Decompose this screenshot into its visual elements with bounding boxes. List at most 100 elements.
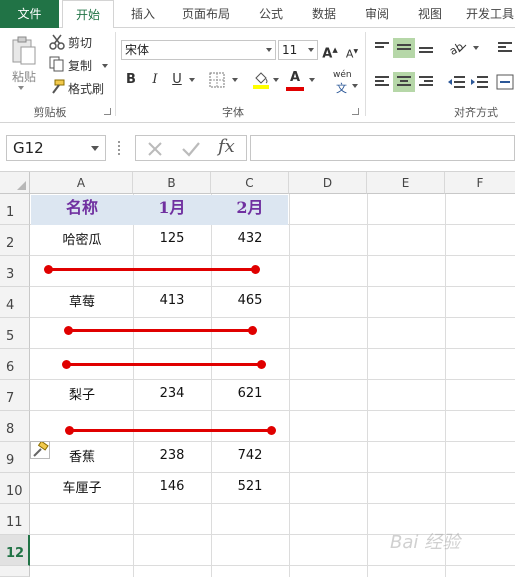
bottom-align-button[interactable] (415, 38, 437, 58)
row-header-9[interactable]: 9 (0, 442, 30, 473)
cell-b7[interactable]: 234 (133, 386, 211, 401)
paste-button[interactable]: 粘贴 (12, 68, 36, 85)
center-align-button[interactable] (393, 72, 415, 92)
select-all-button[interactable] (0, 172, 30, 194)
gridline (445, 194, 446, 577)
cell-a10[interactable]: 车厘子 (31, 477, 133, 496)
bold-button[interactable]: B (122, 70, 140, 90)
tab-insert[interactable]: 插入 (128, 0, 158, 28)
italic-button[interactable]: I (146, 70, 164, 90)
insert-function-icon[interactable]: fx (218, 136, 235, 157)
font-color-icon[interactable]: A (286, 68, 304, 88)
font-color-dropdown-icon[interactable] (309, 78, 315, 82)
tab-developer[interactable]: 开发工具 (466, 0, 515, 28)
tab-review[interactable]: 审阅 (362, 0, 392, 28)
cell-c4[interactable]: 465 (211, 293, 289, 308)
merge-center-icon (496, 74, 514, 90)
increase-indent-icon[interactable] (470, 74, 490, 90)
orientation-icon[interactable]: ab (447, 40, 469, 56)
column-header-c[interactable]: C (211, 172, 289, 194)
cell-b4[interactable]: 413 (133, 293, 211, 308)
tab-view[interactable]: 视图 (415, 0, 445, 28)
paste-options-button[interactable] (30, 440, 50, 459)
fill-color-dropdown-icon[interactable] (273, 78, 279, 82)
cell-a7[interactable]: 梨子 (31, 384, 133, 403)
formula-input[interactable] (250, 135, 515, 161)
shrink-font-icon[interactable]: A▼ (343, 42, 361, 62)
fill-color-icon[interactable] (252, 70, 270, 90)
tab-data[interactable]: 数据 (309, 0, 339, 28)
border-icon[interactable] (209, 72, 225, 88)
font-size-combo[interactable]: 11 (278, 40, 318, 60)
phonetic-icon[interactable]: wén (333, 70, 352, 80)
scissors-icon (49, 34, 65, 50)
annotation-dot (267, 426, 276, 435)
gridline (367, 194, 368, 577)
border-dropdown-icon[interactable] (232, 78, 238, 82)
top-align-button[interactable] (371, 38, 393, 58)
merge-center-button[interactable] (494, 72, 515, 92)
tab-page-layout[interactable]: 页面布局 (180, 0, 232, 28)
font-launcher-icon[interactable] (352, 108, 359, 115)
name-box[interactable]: G12 (6, 135, 106, 161)
gridline (30, 317, 515, 318)
orientation-dropdown-icon[interactable] (473, 46, 479, 50)
wrap-text-button[interactable] (494, 38, 515, 58)
font-name-value: 宋体 (125, 43, 150, 57)
copy-dropdown-icon[interactable] (102, 64, 108, 68)
format-painter-button[interactable]: 格式刷 (68, 80, 104, 97)
middle-align-button[interactable] (393, 38, 415, 58)
cell-c2[interactable]: 432 (211, 231, 289, 246)
row-header-5[interactable]: 5 (0, 318, 30, 349)
clipboard-launcher-icon[interactable] (104, 108, 111, 115)
row-header-2[interactable]: 2 (0, 225, 30, 256)
row-header-3[interactable]: 3 (0, 256, 30, 287)
row-header-13[interactable] (0, 566, 30, 577)
column-header-e[interactable]: E (367, 172, 445, 194)
row-header-11[interactable]: 11 (0, 504, 30, 535)
font-name-combo[interactable]: 宋体 (121, 40, 276, 60)
enter-icon[interactable] (181, 140, 201, 158)
cell-a4[interactable]: 草莓 (31, 291, 133, 310)
cell-c9[interactable]: 742 (211, 448, 289, 463)
header-cell-name[interactable]: 名称 (31, 193, 133, 223)
column-header-b[interactable]: B (133, 172, 211, 194)
column-header-d[interactable]: D (289, 172, 367, 194)
cell-c10[interactable]: 521 (211, 479, 289, 494)
left-align-button[interactable] (371, 72, 393, 92)
row-header-1[interactable]: 1 (0, 194, 30, 225)
divider (115, 32, 116, 116)
paste-dropdown-icon[interactable] (18, 86, 24, 90)
paste-icon[interactable] (10, 36, 38, 66)
cut-button[interactable]: 剪切 (68, 34, 92, 51)
tab-file[interactable]: 文件 (0, 0, 59, 28)
right-align-button[interactable] (415, 72, 437, 92)
phonetic-dropdown-icon[interactable] (352, 84, 358, 88)
header-cell-jan[interactable]: 1月 (133, 193, 211, 223)
column-header-a[interactable]: A (30, 172, 133, 194)
row-header-7[interactable]: 7 (0, 380, 30, 411)
copy-button[interactable]: 复制 (68, 57, 92, 74)
left-align-icon (375, 76, 389, 88)
underline-button[interactable]: U (168, 70, 186, 90)
cell-b10[interactable]: 146 (133, 479, 211, 494)
row-header-10[interactable]: 10 (0, 473, 30, 504)
row-header-6[interactable]: 6 (0, 349, 30, 380)
row-header-8[interactable]: 8 (0, 411, 30, 442)
cell-b9[interactable]: 238 (133, 448, 211, 463)
decrease-indent-icon[interactable] (447, 74, 467, 90)
header-cell-feb[interactable]: 2月 (211, 193, 289, 223)
column-header-f[interactable]: F (445, 172, 515, 194)
tab-home[interactable]: 开始 (62, 0, 114, 29)
cell-c7[interactable]: 621 (211, 386, 289, 401)
row-header-4[interactable]: 4 (0, 287, 30, 318)
cancel-icon[interactable] (146, 140, 164, 158)
row-header-12[interactable]: 12 (0, 535, 30, 566)
tab-formulas[interactable]: 公式 (256, 0, 286, 28)
cell-a2[interactable]: 哈密瓜 (31, 229, 133, 248)
cell-b2[interactable]: 125 (133, 231, 211, 246)
underline-dropdown-icon[interactable] (189, 78, 195, 82)
annotation-line-row-3 (48, 268, 255, 271)
grow-font-icon[interactable]: A▲ (321, 40, 339, 61)
resize-handle-icon[interactable] (118, 141, 120, 155)
